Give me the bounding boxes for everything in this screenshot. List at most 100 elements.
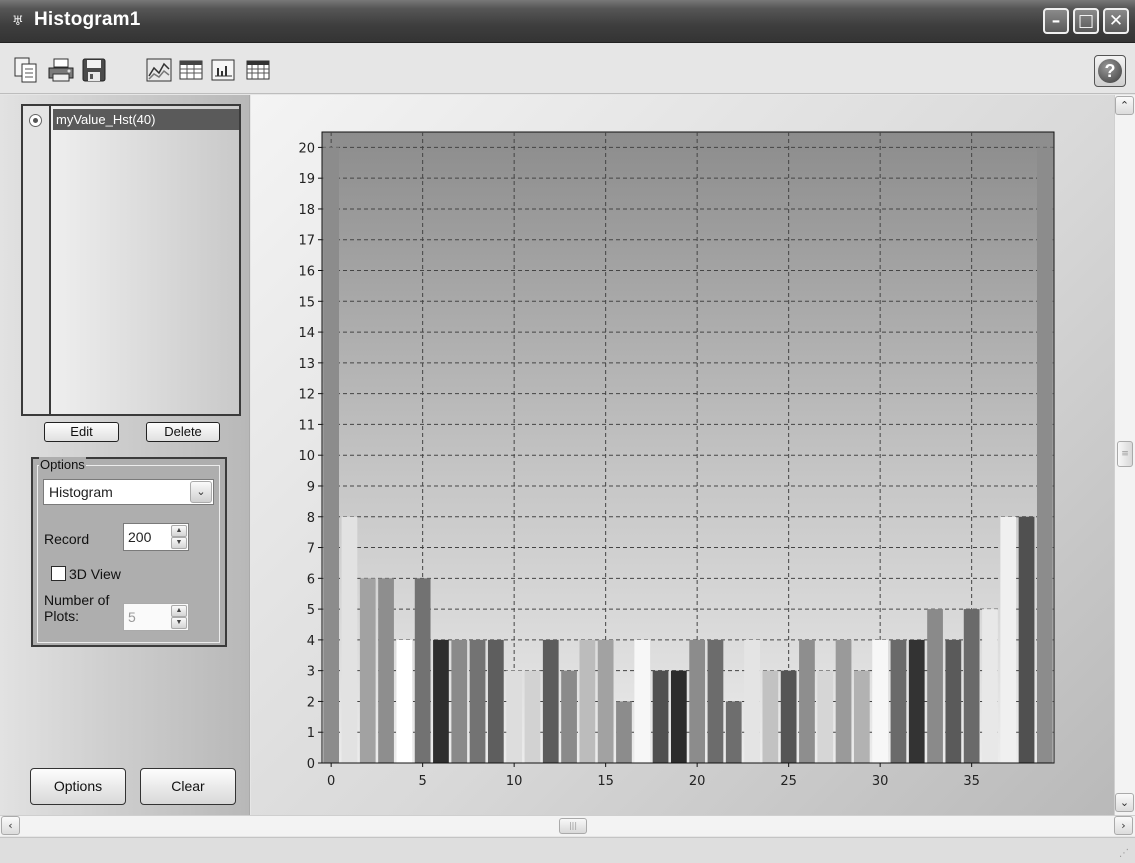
histogram-bar [487, 639, 504, 763]
record-spin-buttons[interactable]: ▲ ▼ [171, 525, 187, 549]
chart-icon[interactable] [145, 56, 173, 84]
scroll-up-icon[interactable]: ⌃ [1115, 96, 1134, 115]
delete-button[interactable]: Delete [146, 422, 220, 442]
histogram-bar [469, 639, 486, 763]
resize-grip-icon[interactable]: ⋰ [1119, 848, 1131, 860]
histogram-bar [542, 639, 559, 763]
list-item[interactable]: myValue_Hst(40) [53, 109, 239, 130]
x-tick-label: 0 [327, 774, 335, 789]
x-tick-label: 20 [689, 774, 706, 789]
histogram-bar [359, 578, 376, 763]
histogram-bar [414, 578, 431, 763]
x-tick-label: 5 [419, 774, 427, 789]
horizontal-scroll-thumb[interactable]: ||| [559, 818, 587, 834]
y-tick-label: 5 [307, 603, 315, 618]
view3d-label: 3D View [69, 566, 121, 582]
histogram-bar [780, 670, 797, 763]
histogram-bar [817, 670, 834, 763]
x-tick-label: 10 [506, 774, 523, 789]
chevron-down-icon[interactable]: ⌄ [190, 481, 212, 503]
histogram-bar [725, 701, 742, 763]
histogram-bar [670, 670, 687, 763]
histogram-bar [799, 639, 815, 763]
histogram-bar [927, 609, 943, 763]
minimize-button[interactable]: – [1043, 8, 1069, 34]
vertical-scrollbar[interactable]: ⌃ ≡ ⌄ [1114, 95, 1135, 815]
radio-selected-icon[interactable] [29, 114, 42, 127]
maximize-button[interactable]: □ [1073, 8, 1099, 34]
mode-select[interactable]: Histogram ⌄ [43, 479, 214, 505]
histogram-bar [689, 639, 706, 763]
record-stepper[interactable]: 200 ▲ ▼ [123, 523, 189, 551]
edit-button[interactable]: Edit [44, 422, 119, 442]
help-button[interactable]: ? [1094, 55, 1126, 87]
y-tick-label: 8 [307, 511, 315, 526]
y-tick-label: 14 [298, 326, 315, 341]
options-group: Options Histogram ⌄ Record 200 ▲ ▼ 3D Vi… [31, 457, 227, 647]
histogram-list[interactable]: myValue_Hst(40) [21, 104, 241, 416]
mode-select-value: Histogram [49, 484, 113, 500]
histogram-bar [982, 609, 998, 763]
scroll-down-icon[interactable]: ⌄ [1115, 793, 1134, 812]
histogram-bar [744, 639, 760, 763]
spin-up-icon[interactable]: ▲ [171, 525, 187, 537]
histogram-bar [945, 639, 962, 763]
plots-stepper: 5 ▲ ▼ [123, 603, 189, 631]
spin-down-icon[interactable]: ▼ [171, 537, 187, 549]
clear-button[interactable]: Clear [140, 768, 236, 805]
scroll-right-icon[interactable]: › [1114, 816, 1133, 835]
histogram-bar [762, 670, 779, 763]
chart-area: 0 1 2 3 4 5 6 7 8 9 10 11 12 13 14 15 16 17 18 19 20 0 5 10 15 20… [251, 95, 1114, 815]
histogram-bar [433, 639, 449, 763]
x-tick-label: 30 [872, 774, 889, 789]
list-gutter [23, 106, 51, 414]
y-tick-label: 7 [307, 542, 315, 557]
grid-icon[interactable] [244, 56, 272, 84]
histogram-bar [396, 639, 413, 763]
histogram-bar [835, 639, 852, 763]
window-title: Histogram1 [34, 9, 141, 30]
spin-down-icon: ▼ [171, 617, 187, 629]
options-button[interactable]: Options [30, 768, 126, 805]
plots-label-line2: Plots: [44, 608, 80, 624]
y-tick-label: 1 [307, 726, 315, 741]
title-bar[interactable]: ♅ Histogram1 – □ ✕ [0, 0, 1135, 43]
histogram-bar [652, 670, 669, 763]
histogram-bar [579, 639, 596, 763]
histogram-bar [451, 639, 468, 763]
save-icon[interactable] [80, 56, 108, 84]
status-bar: ⋰ [0, 837, 1135, 863]
histogram-bar [707, 639, 724, 763]
y-tick-label: 13 [298, 357, 315, 372]
view3d-checkbox[interactable] [51, 566, 66, 581]
table-icon[interactable] [177, 56, 205, 84]
plot-icon[interactable] [209, 56, 237, 84]
toolbar: ? [0, 44, 1135, 94]
vertical-scroll-thumb[interactable]: ≡ [1117, 441, 1133, 467]
histogram-window: ♅ Histogram1 – □ ✕ ? myValue_Hst(40) Edi… [0, 0, 1135, 863]
print-icon[interactable] [47, 56, 75, 84]
scroll-left-icon[interactable]: ‹ [1, 816, 20, 835]
y-tick-label: 18 [298, 203, 315, 218]
histogram-bar [616, 701, 632, 763]
plot-background [321, 131, 1055, 764]
y-tick-label: 0 [307, 757, 315, 772]
record-value: 200 [128, 529, 152, 545]
histogram-bar [634, 639, 651, 763]
close-button[interactable]: ✕ [1103, 8, 1129, 34]
histogram-bar [908, 639, 925, 763]
y-tick-label: 3 [307, 665, 315, 680]
y-tick-label: 12 [298, 388, 315, 403]
horizontal-scrollbar[interactable]: ‹ ||| › [0, 815, 1135, 836]
x-tick-label: 15 [597, 774, 614, 789]
plots-value: 5 [128, 609, 136, 625]
y-tick-label: 6 [307, 572, 315, 587]
histogram-bar [506, 670, 523, 763]
x-tick-label: 25 [780, 774, 797, 789]
y-tick-label: 20 [298, 141, 315, 156]
histogram-bar [1036, 147, 1053, 763]
copy-icon[interactable] [12, 56, 40, 84]
histogram-bar [853, 670, 870, 763]
y-tick-label: 10 [298, 449, 315, 464]
plots-spin-buttons: ▲ ▼ [171, 605, 187, 629]
